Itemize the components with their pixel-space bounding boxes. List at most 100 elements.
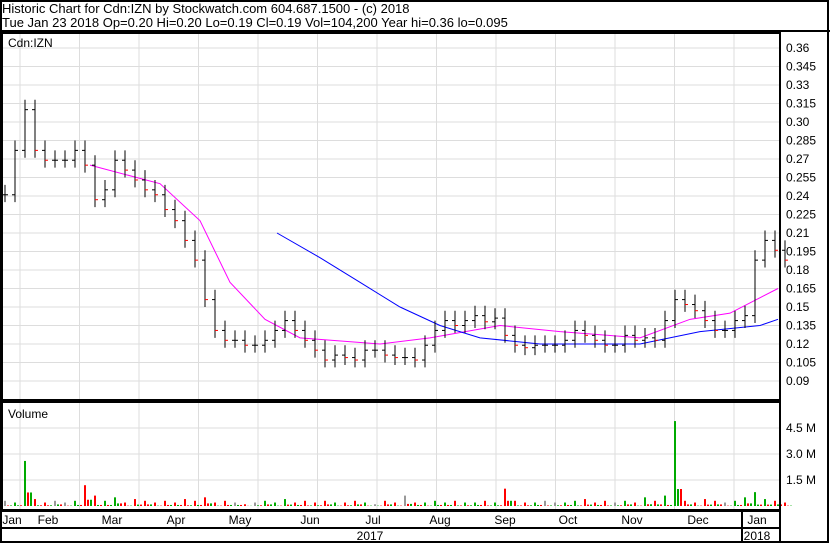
volume-bar	[590, 504, 592, 506]
volume-bar	[717, 504, 719, 506]
volume-bar	[437, 504, 439, 506]
volume-bar	[634, 502, 636, 506]
volume-bar	[230, 504, 232, 506]
price-tick-label: 0.33	[786, 78, 810, 92]
volume-bar	[690, 504, 692, 506]
volume-bar	[724, 502, 726, 506]
volume-bar	[30, 492, 32, 506]
volume-bar	[744, 497, 746, 506]
volume-bar	[300, 504, 302, 506]
volume-bar	[477, 504, 479, 506]
volume-bar	[20, 505, 22, 506]
volume-bar	[37, 505, 39, 506]
volume-bar	[777, 504, 779, 506]
volume-bar	[764, 499, 766, 506]
price-tick-label: 0.105	[786, 356, 816, 370]
volume-bar	[614, 502, 616, 506]
volume-bar	[494, 502, 496, 506]
volume-bar	[490, 505, 492, 506]
volume-bar	[404, 495, 406, 506]
volume-bar	[750, 503, 752, 506]
price-tick-label: 0.165	[786, 282, 816, 296]
stock-chart: Cdn:IZN Volume 0.36 0.345 0.33 0.315 0.30 0.2…	[0, 0, 830, 543]
volume-bar	[474, 502, 476, 506]
volume-bar	[574, 500, 576, 506]
volume-bar	[177, 504, 179, 506]
volume-bar	[707, 504, 709, 506]
volume-bar	[187, 505, 189, 506]
volume-bar	[140, 504, 142, 506]
volume-bar	[647, 504, 649, 506]
price-tick-label: 0.24	[786, 189, 810, 203]
volume-bar	[610, 505, 612, 506]
volume-bar	[27, 492, 29, 506]
volume-bar	[547, 505, 549, 506]
volume-bar	[537, 504, 539, 506]
volume-bar	[80, 504, 82, 506]
volume-bar	[347, 505, 349, 506]
volume-bar	[520, 505, 522, 506]
volume-bar	[314, 502, 316, 506]
volume-bar	[674, 421, 676, 506]
volume-bar	[534, 502, 536, 506]
volume-bar	[767, 504, 769, 506]
volume-bar	[194, 500, 196, 506]
volume-bar	[294, 502, 296, 506]
volume-bar	[90, 499, 92, 506]
month-label: Jun	[300, 513, 319, 527]
volume-bar	[297, 504, 299, 506]
volume-bar	[310, 505, 312, 506]
volume-bar	[484, 500, 486, 506]
outer-frame	[0, 0, 829, 543]
volume-bar	[360, 504, 362, 506]
volume-bar	[110, 504, 112, 506]
volume-bar	[757, 504, 759, 506]
volume-bar	[320, 505, 322, 506]
volume-bar	[517, 505, 519, 506]
volume-bar	[180, 504, 182, 506]
volume-bar	[684, 500, 686, 506]
price-tick-label: 0.315	[786, 97, 816, 111]
volume-bar	[14, 502, 16, 506]
volume-bar	[680, 489, 682, 506]
volume-bar	[120, 503, 122, 506]
volume-bar	[144, 500, 146, 506]
price-tick-label: 0.12	[786, 337, 810, 351]
volume-tick-label: 3.0 M	[786, 447, 816, 461]
volume-bar	[504, 488, 506, 506]
volume-bar	[374, 504, 376, 506]
volume-bar	[214, 502, 216, 506]
month-label: Mar	[102, 513, 123, 527]
volume-bar	[244, 504, 246, 506]
volume-bar	[184, 499, 186, 506]
volume-bar	[754, 492, 756, 506]
volume-bar	[720, 504, 722, 506]
volume-bar	[87, 499, 89, 506]
volume-bar	[330, 504, 332, 506]
month-label: Jul	[365, 513, 380, 527]
volume-bar	[17, 505, 19, 506]
volume-bar	[267, 504, 269, 506]
volume-bar	[557, 505, 559, 506]
volume-bar	[607, 505, 609, 506]
month-label: Apr	[167, 513, 186, 527]
volume-bar	[560, 505, 562, 506]
price-tick-label: 0.18	[786, 263, 810, 277]
volume-bar	[387, 504, 389, 506]
volume-bar	[274, 502, 276, 506]
volume-bar	[420, 504, 422, 506]
volume-bar	[254, 502, 256, 506]
volume-bar	[197, 504, 199, 506]
volume-bar	[627, 504, 629, 506]
volume-bar	[487, 505, 489, 506]
volume-bar	[604, 500, 606, 506]
volume-bar	[760, 504, 762, 506]
volume-bar	[660, 504, 662, 506]
volume-bar	[710, 504, 712, 506]
volume-bar	[460, 505, 462, 506]
volume-bar	[137, 504, 139, 506]
volume-bar	[664, 495, 666, 506]
volume-bar	[174, 502, 176, 506]
volume-bar	[164, 500, 166, 506]
volume-bar	[457, 505, 459, 506]
